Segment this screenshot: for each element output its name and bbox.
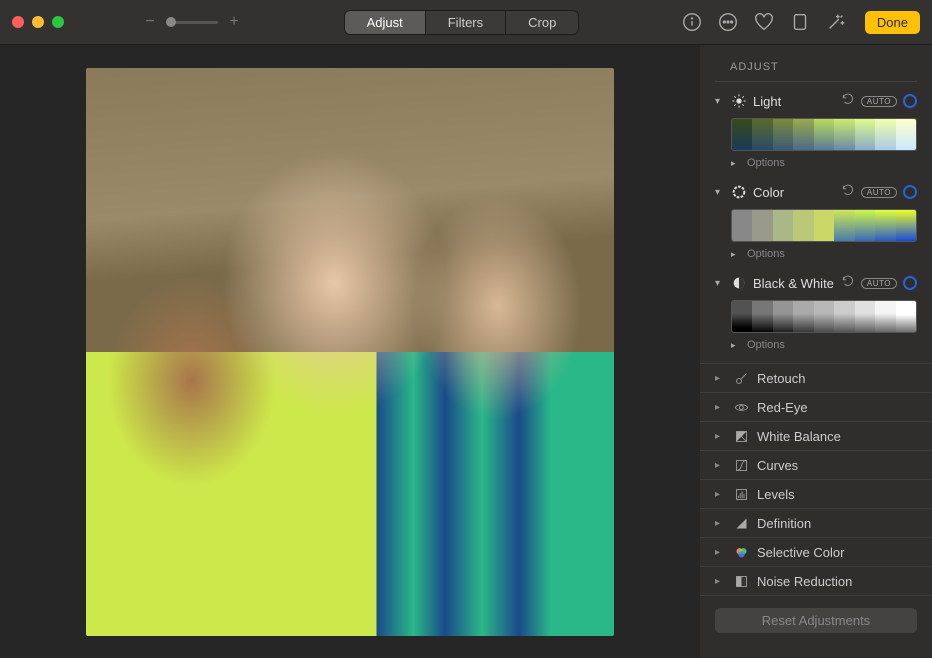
collapsed-adjustments: ▸ Retouch ▸ Red-Eye ▸ White Balance ▸ Curves…: [700, 363, 932, 596]
more-icon[interactable]: [717, 11, 739, 33]
titlebar: − + Adjust Filters Crop Done: [0, 0, 932, 45]
auto-button[interactable]: AUTO: [861, 96, 897, 107]
section-label: Retouch: [757, 371, 917, 386]
light-icon: [731, 93, 747, 109]
options-row-bw[interactable]: ▸ Options: [715, 337, 917, 357]
light-preview-strip[interactable]: [731, 118, 917, 151]
chevron-right-icon: ▸: [715, 547, 725, 558]
zoom-in-button[interactable]: +: [226, 14, 242, 30]
done-button[interactable]: Done: [865, 11, 920, 34]
photo-canvas[interactable]: [0, 45, 700, 658]
chevron-down-icon: ▾: [715, 278, 725, 289]
revert-icon[interactable]: [841, 183, 855, 202]
chevron-right-icon: ▸: [715, 431, 725, 442]
section-color: ▾ Color AUTO ▸ Options: [700, 177, 932, 268]
section-retouch[interactable]: ▸ Retouch: [700, 364, 932, 393]
options-row-color[interactable]: ▸ Options: [715, 246, 917, 266]
color-icon: [731, 184, 747, 200]
levels-icon: [733, 486, 749, 502]
section-label: Selective Color: [757, 545, 917, 560]
redeye-icon: [733, 399, 749, 415]
section-label: Light: [753, 94, 835, 109]
auto-enhance-icon[interactable]: [825, 11, 847, 33]
revert-icon[interactable]: [841, 92, 855, 111]
auto-button[interactable]: AUTO: [861, 278, 897, 289]
chevron-right-icon: ▸: [715, 402, 725, 413]
chevron-right-icon: ▸: [731, 249, 741, 260]
bw-preview-strip[interactable]: [731, 300, 917, 333]
enable-toggle[interactable]: [903, 276, 917, 290]
chevron-right-icon: ▸: [715, 489, 725, 500]
tab-crop[interactable]: Crop: [506, 11, 578, 34]
section-label: Color: [753, 185, 835, 200]
sidebar-title: ADJUST: [715, 57, 917, 82]
tab-adjust[interactable]: Adjust: [345, 11, 426, 34]
section-label: White Balance: [757, 429, 917, 444]
section-white-balance[interactable]: ▸ White Balance: [700, 422, 932, 451]
section-definition[interactable]: ▸ Definition: [700, 509, 932, 538]
close-window-button[interactable]: [12, 16, 24, 28]
curves-icon: [733, 457, 749, 473]
minimize-window-button[interactable]: [32, 16, 44, 28]
bw-icon: [731, 275, 747, 291]
section-header-light[interactable]: ▾ Light AUTO: [715, 88, 917, 114]
adjust-sidebar: ADJUST ▾ Light AUTO ▸ Options ▾ Color AUT…: [700, 45, 932, 658]
section-redeye[interactable]: ▸ Red-Eye: [700, 393, 932, 422]
section-bw: ▾ Black & White AUTO ▸ Options: [700, 268, 932, 359]
enable-toggle[interactable]: [903, 94, 917, 108]
mode-segmented-control: Adjust Filters Crop: [344, 10, 580, 35]
edited-photo: [86, 68, 614, 636]
section-noise-reduction[interactable]: ▸ Noise Reduction: [700, 567, 932, 596]
chevron-right-icon: ▸: [715, 460, 725, 471]
workspace: ADJUST ▾ Light AUTO ▸ Options ▾ Color AUT…: [0, 45, 932, 658]
chevron-right-icon: ▸: [731, 158, 741, 169]
auto-button[interactable]: AUTO: [861, 187, 897, 198]
section-header-bw[interactable]: ▾ Black & White AUTO: [715, 270, 917, 296]
chevron-right-icon: ▸: [715, 576, 725, 587]
fullscreen-window-button[interactable]: [52, 16, 64, 28]
chevron-down-icon: ▾: [715, 187, 725, 198]
chevron-down-icon: ▾: [715, 96, 725, 107]
toolbar-right-icons: Done: [681, 11, 920, 34]
enable-toggle[interactable]: [903, 185, 917, 199]
color-preview-strip[interactable]: [731, 209, 917, 242]
zoom-slider[interactable]: [166, 21, 218, 24]
options-label: Options: [747, 248, 785, 260]
section-label: Definition: [757, 516, 917, 531]
zoom-out-button[interactable]: −: [142, 14, 158, 30]
options-label: Options: [747, 339, 785, 351]
section-label: Red-Eye: [757, 400, 917, 415]
definition-icon: [733, 515, 749, 531]
info-icon[interactable]: [681, 11, 703, 33]
window-controls: [12, 16, 64, 28]
section-light: ▾ Light AUTO ▸ Options: [700, 86, 932, 177]
favorite-icon[interactable]: [753, 11, 775, 33]
section-levels[interactable]: ▸ Levels: [700, 480, 932, 509]
reset-adjustments-button[interactable]: Reset Adjustments: [715, 608, 917, 633]
revert-icon[interactable]: [841, 274, 855, 293]
section-label: Levels: [757, 487, 917, 502]
chevron-right-icon: ▸: [731, 340, 741, 351]
section-curves[interactable]: ▸ Curves: [700, 451, 932, 480]
chevron-right-icon: ▸: [715, 373, 725, 384]
chevron-right-icon: ▸: [715, 518, 725, 529]
section-header-color[interactable]: ▾ Color AUTO: [715, 179, 917, 205]
options-label: Options: [747, 157, 785, 169]
section-label: Noise Reduction: [757, 574, 917, 589]
section-selective-color[interactable]: ▸ Selective Color: [700, 538, 932, 567]
aspect-icon[interactable]: [789, 11, 811, 33]
section-label: Curves: [757, 458, 917, 473]
options-row-light[interactable]: ▸ Options: [715, 155, 917, 175]
noise-icon: [733, 573, 749, 589]
white-balance-icon: [733, 428, 749, 444]
selective-color-icon: [733, 544, 749, 560]
retouch-icon: [733, 370, 749, 386]
zoom-controls: − +: [142, 14, 242, 30]
section-label: Black & White: [753, 276, 835, 291]
tab-filters[interactable]: Filters: [426, 11, 506, 34]
